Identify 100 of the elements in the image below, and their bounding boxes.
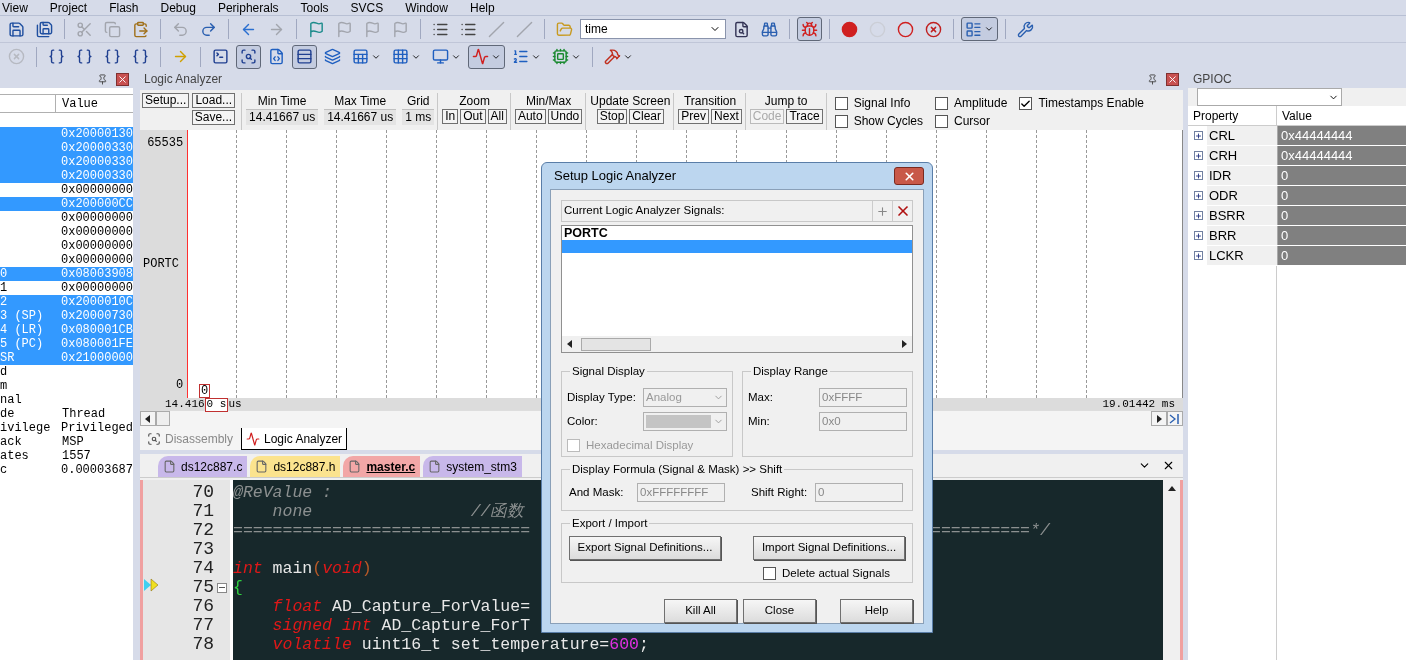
register-row[interactable]: ivilege Privileged [0,421,133,435]
register-row[interactable]: 0x00000000 [0,253,133,267]
pin-icon[interactable] [97,73,108,85]
flag-icon [392,20,409,38]
close-button[interactable] [894,167,924,185]
dialog-button[interactable]: Close [743,599,816,623]
analyzer-button[interactable]: Trace [786,109,823,124]
expand-toggle[interactable] [1194,131,1203,140]
analyzer-button[interactable]: All [487,109,507,124]
view-tab[interactable]: Logic Analyzer [241,428,348,450]
scroll-thumb[interactable] [581,337,651,351]
toolbar-button[interactable] [468,44,505,69]
dialog-title: Setup Logic Analyzer [554,167,678,186]
checkbox[interactable] [834,97,848,111]
register-row[interactable]: 1 0x00000000 [0,281,133,295]
register-value: 0x00000000 [61,253,133,267]
analyzer-button[interactable]: Setup... [142,93,190,108]
pin-icon[interactable] [1147,73,1158,85]
file-tab[interactable]: ds12c887.c [158,456,248,477]
dialog-button[interactable]: Export Signal Definitions... [569,536,721,560]
undo-icon [172,20,189,38]
field-label: Color: [567,413,598,429]
analyzer-button[interactable]: Undo [547,109,583,124]
checkbox[interactable] [834,114,848,128]
menu-item[interactable]: Tools [300,0,329,15]
scroll-right-arrow-icon[interactable] [899,339,909,349]
menu-item[interactable]: Peripherals [217,0,279,15]
register-name: c [0,463,8,477]
scroll-end-button[interactable] [1167,411,1183,426]
redo-icon [200,20,217,38]
register-row[interactable]: ates 1557 [0,449,133,463]
fold-toggle[interactable] [217,582,227,593]
analyzer-button[interactable]: Save... [191,110,236,125]
checkbox[interactable] [935,114,948,128]
scroll-left-arrow-icon[interactable] [565,339,575,349]
register-row[interactable]: 0x00000000 [0,211,133,225]
menu-item[interactable]: Help [469,0,495,15]
plus-icon [1195,231,1202,240]
register-row[interactable]: de Thread [0,407,133,421]
search-combo[interactable]: time [580,19,726,39]
property-value: 0x44444444 [1277,146,1406,165]
close-icon[interactable] [1162,459,1175,472]
expand-toggle[interactable] [1194,231,1203,240]
menu-item[interactable]: View [2,0,28,15]
analyzer-button[interactable]: Clear [629,109,664,124]
expand-toggle[interactable] [1194,211,1203,220]
register-row[interactable]: 0x00000000 [0,239,133,253]
stop-icon [8,48,25,65]
close-icon[interactable] [116,72,129,86]
menu-item[interactable]: Debug [160,0,196,15]
expand-toggle[interactable] [1194,191,1203,200]
register-value: 0x00000000 [61,211,133,225]
color-select[interactable] [643,412,727,431]
checkbox[interactable] [935,97,948,111]
register-row[interactable]: 0x00000000 [0,225,133,239]
menu-item[interactable]: Flash [109,0,139,15]
analyzer-button[interactable]: Auto [514,109,546,124]
menu-item[interactable]: Project [49,0,88,15]
menu-item[interactable]: Window [405,0,448,15]
register-row[interactable]: ack MSP [0,435,133,449]
expand-toggle[interactable] [1194,151,1203,160]
file-tab[interactable]: system_stm3 [423,456,522,477]
register-row[interactable]: nal [0,393,133,407]
property-value: 0 [1277,166,1406,185]
register-name: ack [0,435,22,449]
expand-toggle[interactable] [1194,251,1203,260]
analyzer-button[interactable]: Next [711,109,742,124]
analyzer-button[interactable]: Stop [596,109,628,124]
register-row[interactable]: d [0,365,133,379]
dialog-button[interactable]: Help [840,599,913,623]
dialog-button[interactable]: Import Signal Definitions... [753,536,905,560]
analyzer-button[interactable]: Load... [192,93,236,108]
signal-entry[interactable]: PORTC [562,226,912,240]
plus-icon [1195,251,1202,260]
analyzer-button[interactable]: Prev [678,109,710,124]
analyzer-button[interactable]: Out [460,109,486,124]
analyzer-button[interactable]: In [442,109,459,124]
file-tab[interactable]: ds12c887.h [250,456,341,477]
scroll-thumb[interactable] [156,411,170,426]
cursor-time: 0 s [204,398,229,412]
hex-option-label: Hexadecimal Display [586,438,694,453]
register-row[interactable]: c 0.00003687 [0,463,133,477]
property-name: CRL [1207,126,1277,145]
wrench-icon [1017,20,1034,38]
toolbar-button[interactable] [292,44,317,69]
file-tab[interactable]: master.c [343,456,421,477]
register-row[interactable]: 0x00000000 [0,183,133,197]
toolbar-button[interactable] [961,17,998,41]
scroll-up-arrow-icon[interactable] [1166,484,1177,494]
expand-toggle[interactable] [1194,171,1203,180]
checkbox[interactable] [1019,97,1033,111]
register-value: MSP [62,435,84,449]
line-number: 71 [191,502,214,521]
dialog-button[interactable]: Kill All [664,599,737,623]
register-row[interactable]: m [0,379,133,393]
checkbox[interactable] [763,567,776,581]
readout-value: 14.41667 us [324,109,397,125]
menu-item[interactable]: SVCS [350,0,384,15]
close-icon[interactable] [1166,72,1179,86]
toolbar-button[interactable] [236,44,261,69]
